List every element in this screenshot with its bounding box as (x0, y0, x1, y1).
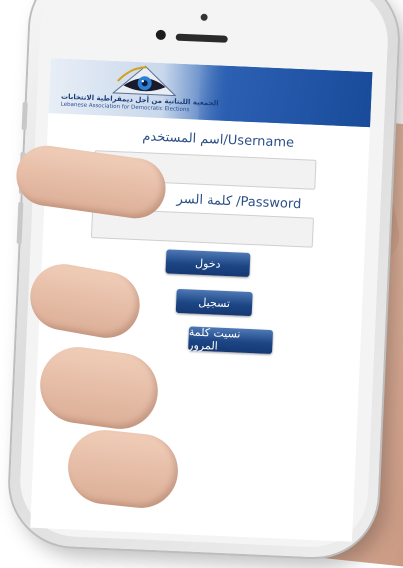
eye-triangle-logo-icon (109, 63, 180, 98)
forgot-password-button[interactable]: نسيت كلمة المرور (188, 325, 274, 355)
password-label: كلمة السر /Password (176, 191, 302, 213)
phone-side-button (21, 101, 28, 131)
phone-volume-down (16, 201, 24, 245)
banner-stripe (198, 64, 373, 128)
login-button[interactable]: دخول (165, 249, 251, 277)
username-label: اسم المستخدم/Username (142, 129, 295, 151)
register-button[interactable]: تسجيل (175, 288, 253, 317)
